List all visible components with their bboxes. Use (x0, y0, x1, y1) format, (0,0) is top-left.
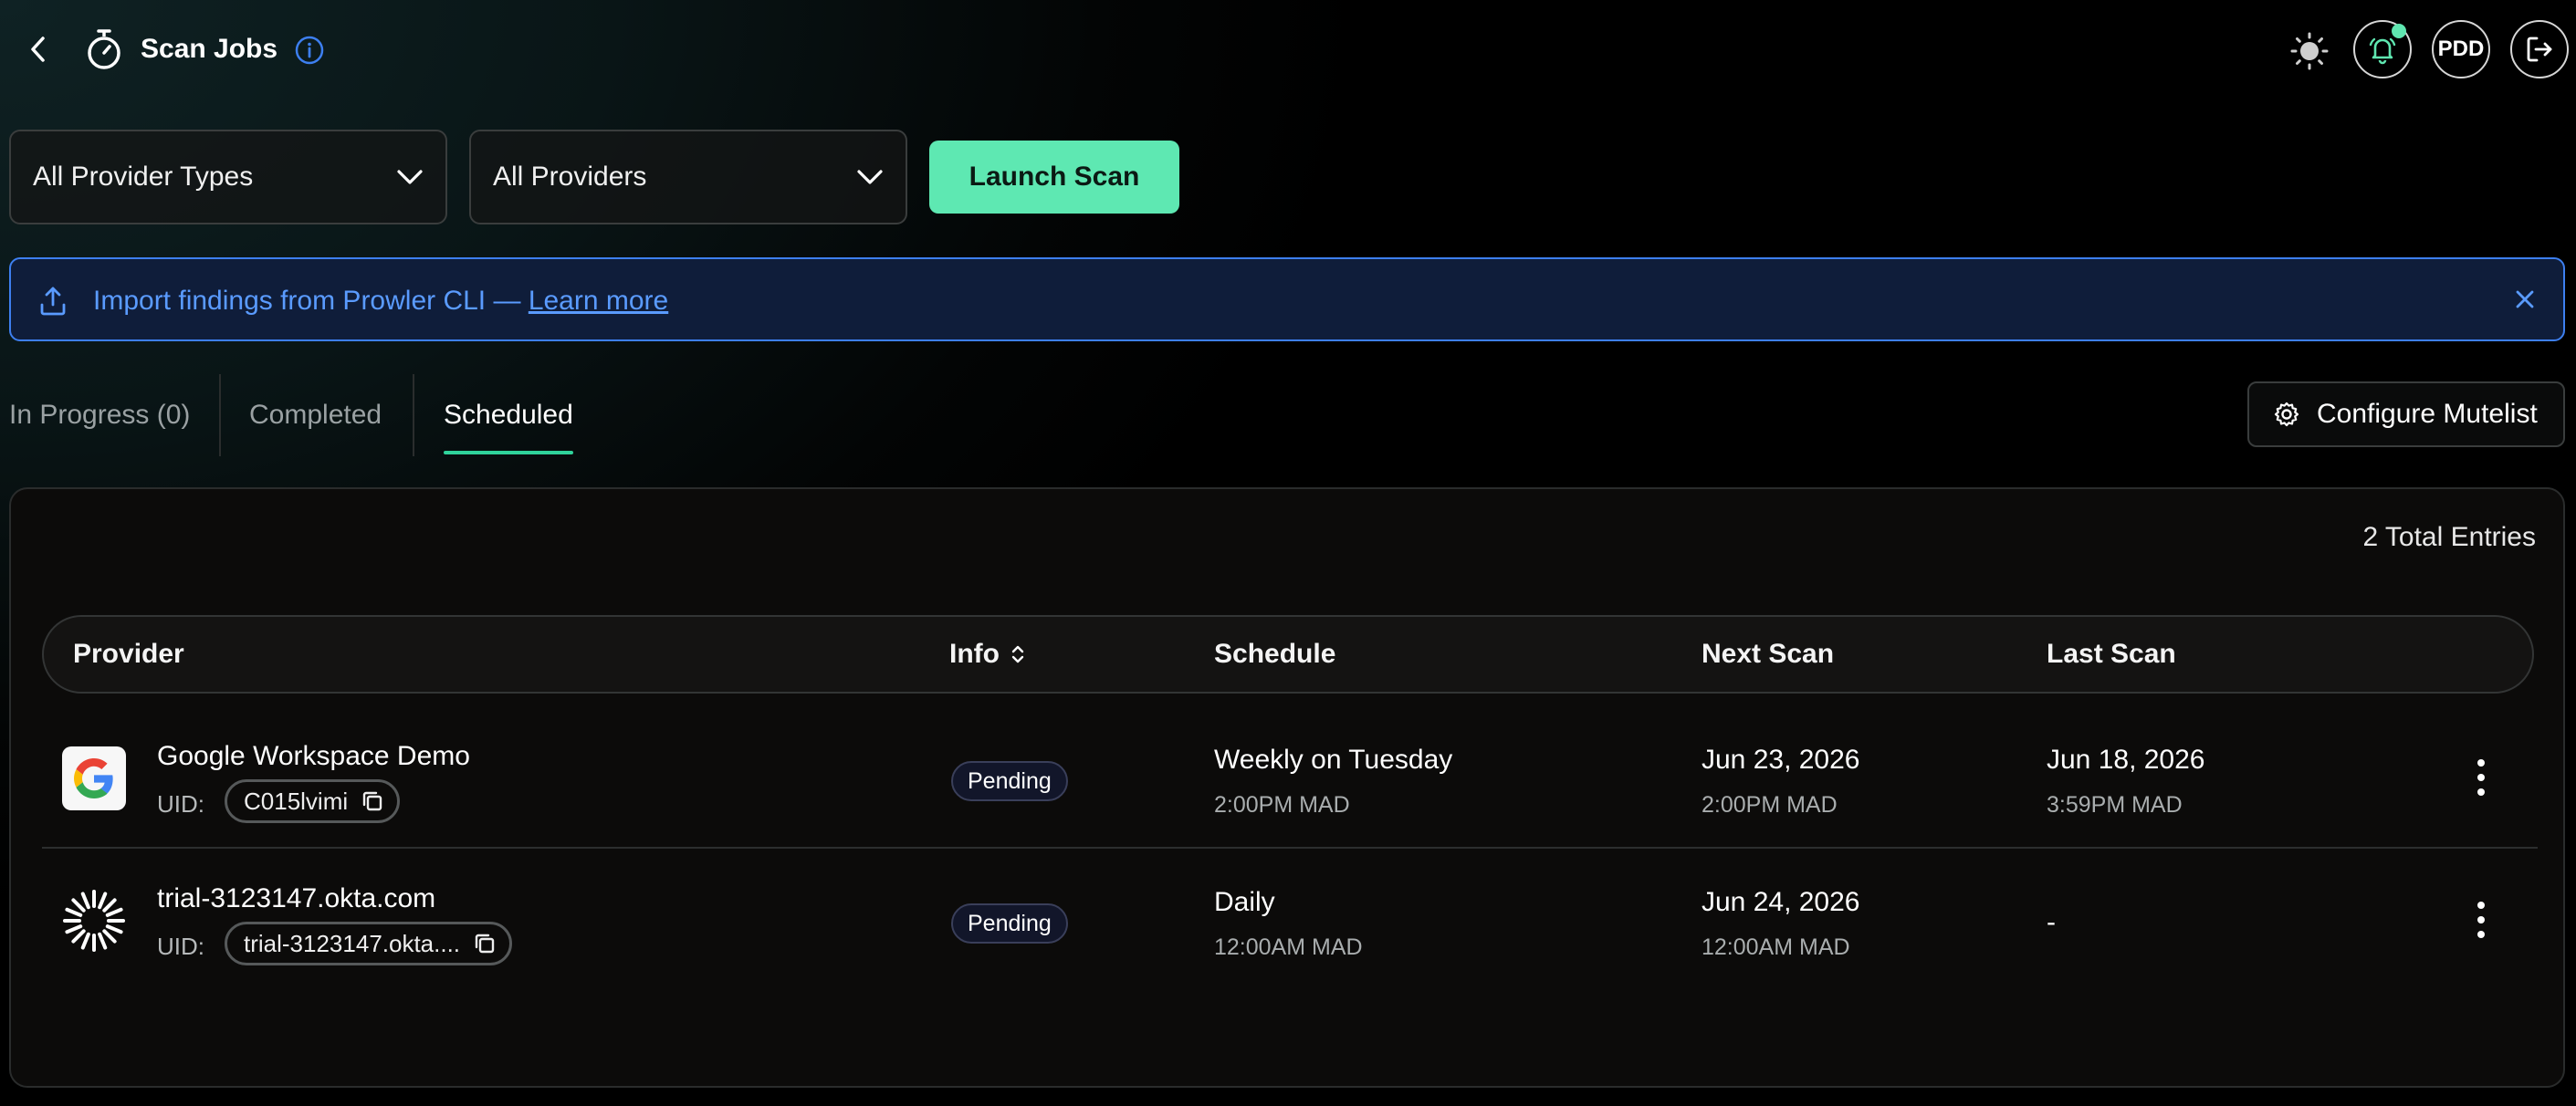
tab-divider (219, 374, 221, 456)
provider-select[interactable]: All Providers (469, 130, 907, 224)
chevron-down-icon (397, 170, 423, 184)
chevron-down-icon (857, 170, 883, 184)
kebab-dot (2477, 774, 2485, 781)
column-header-schedule: Schedule (1214, 639, 1336, 669)
uid-label: UID: (157, 933, 204, 960)
column-header-info[interactable]: Info (949, 617, 1025, 692)
logout-button[interactable] (2510, 20, 2569, 78)
table-header: Provider Info Schedule Next Scan Last Sc… (42, 615, 2534, 694)
gear-icon (2274, 402, 2299, 427)
stopwatch-icon (88, 29, 120, 69)
row-actions-button[interactable] (2470, 898, 2492, 942)
table-row[interactable]: trial-3123147.okta.com UID: trial-312314… (42, 849, 2538, 991)
column-header-last-scan: Last Scan (2047, 639, 2176, 669)
copy-icon (362, 791, 382, 811)
column-header-next-scan: Next Scan (1702, 639, 1835, 669)
tab-divider (413, 374, 414, 456)
uid-label: UID: (157, 790, 204, 818)
okta-logo-icon (62, 889, 126, 953)
info-circle-icon[interactable] (294, 35, 325, 66)
notifications-button[interactable] (2353, 20, 2412, 78)
uid-value: trial-3123147.okta.... (244, 929, 461, 957)
launch-scan-button[interactable]: Launch Scan (929, 141, 1179, 214)
bell-icon (2369, 37, 2396, 65)
schedule-time: 2:00PM MAD (1214, 792, 1350, 818)
sort-icon (1011, 645, 1024, 663)
last-scan-time: 3:59PM MAD (2047, 792, 2183, 818)
learn-more-link[interactable]: Learn more (529, 286, 668, 316)
logout-icon (2527, 37, 2552, 62)
upload-icon (40, 287, 66, 316)
last-scan-date: - (2047, 907, 2056, 937)
tab-completed[interactable]: Completed (249, 374, 382, 456)
configure-mutelist-label: Configure Mutelist (2317, 399, 2538, 429)
configure-mutelist-button[interactable]: Configure Mutelist (2247, 381, 2565, 447)
notification-dot (2392, 24, 2406, 38)
chevron-left-icon (31, 37, 45, 62)
next-scan-date: Jun 23, 2026 (1702, 745, 1860, 775)
row-actions-button[interactable] (2470, 756, 2492, 799)
column-header-info-label: Info (949, 639, 1000, 669)
back-button[interactable] (24, 31, 53, 68)
status-badge: Pending (951, 903, 1068, 944)
top-header: Scan Jobs PDD (0, 0, 2576, 99)
copy-icon (475, 934, 495, 954)
google-logo-icon (62, 746, 126, 810)
tab-in-progress[interactable]: In Progress (0) (9, 374, 190, 456)
provider-type-select[interactable]: All Provider Types (9, 130, 447, 224)
next-scan-time: 12:00AM MAD (1702, 934, 1850, 960)
theme-toggle-button[interactable] (2286, 27, 2333, 75)
kebab-dot (2477, 916, 2485, 923)
provider-type-value: All Provider Types (33, 162, 254, 192)
schedule-text: Weekly on Tuesday (1214, 745, 1453, 775)
provider-name: trial-3123147.okta.com (157, 883, 436, 913)
kebab-dot (2477, 931, 2485, 938)
active-tab-indicator (444, 451, 573, 454)
import-banner: Import findings from Prowler CLI — Learn… (9, 257, 2565, 341)
schedule-text: Daily (1214, 887, 1275, 917)
uid-copy-chip[interactable]: C015lvimi (225, 779, 401, 823)
close-icon (2516, 290, 2534, 308)
provider-name: Google Workspace Demo (157, 741, 470, 771)
table-row[interactable]: Google Workspace Demo UID: C015lvimi Pen… (42, 706, 2538, 849)
provider-value: All Providers (493, 162, 647, 192)
uid-copy-chip[interactable]: trial-3123147.okta.... (225, 922, 513, 965)
banner-close-button[interactable] (2508, 283, 2541, 316)
next-scan-date: Jun 24, 2026 (1702, 887, 1860, 917)
schedule-time: 12:00AM MAD (1214, 934, 1363, 960)
kebab-dot (2477, 759, 2485, 767)
tab-scheduled[interactable]: Scheduled (444, 374, 573, 456)
kebab-dot (2477, 902, 2485, 909)
last-scan-date: Jun 18, 2026 (2047, 745, 2205, 775)
next-scan-time: 2:00PM MAD (1702, 792, 1838, 818)
kebab-dot (2477, 788, 2485, 796)
user-avatar[interactable]: PDD (2432, 20, 2490, 78)
sun-icon (2290, 32, 2329, 70)
page-title: Scan Jobs (141, 34, 278, 64)
status-badge: Pending (951, 761, 1068, 801)
scheduled-scans-card: 2 Total Entries Provider Info Schedule N… (9, 487, 2565, 1088)
banner-text: Import findings from Prowler CLI — (93, 286, 529, 316)
total-entries: 2 Total Entries (2362, 522, 2536, 552)
banner-message: Import findings from Prowler CLI — Learn… (93, 285, 668, 318)
uid-value: C015lvimi (244, 787, 349, 815)
column-header-provider: Provider (73, 639, 184, 669)
